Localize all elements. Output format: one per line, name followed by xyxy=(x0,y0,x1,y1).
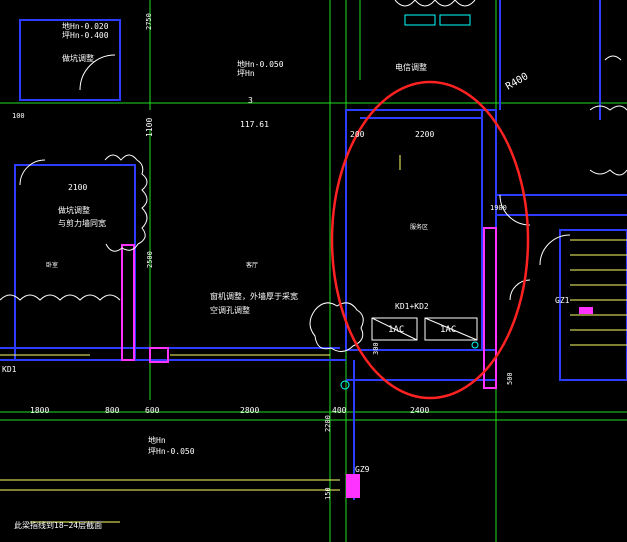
level-bot1: 地Hn xyxy=(148,435,166,445)
walls xyxy=(0,0,627,500)
dim-2800: 2800 xyxy=(240,406,259,415)
room-right: 服务区 xyxy=(410,223,428,231)
wall-adjust-label-1: 做坑调整 xyxy=(58,205,90,215)
level-mid1: 地Hn-0.050 xyxy=(237,59,284,69)
num-3: 3 xyxy=(248,96,253,105)
dim-2400: 2400 xyxy=(410,406,429,415)
dim-200: 200 xyxy=(350,130,365,139)
kd1-label: KD1 xyxy=(2,365,17,374)
dimensions: 2200 2100 2800 2400 1800 800 600 200 400… xyxy=(12,13,514,500)
dim-800: 800 xyxy=(105,406,120,415)
r400-label: R400 xyxy=(504,71,530,93)
gz9-label: GZ9 xyxy=(355,465,370,474)
dim-2500: 2500 xyxy=(146,251,154,268)
num-117: 117.61 xyxy=(240,120,269,129)
dim-600: 600 xyxy=(145,406,160,415)
ac2-label: 1AC xyxy=(440,325,456,335)
axis-grid xyxy=(0,0,627,542)
door-swings xyxy=(0,0,627,352)
cad-drawing-canvas: 地Hn-0.020 坪Hn-0.400 做坑调整 地Hn-0.050 坪Hn 3… xyxy=(0,0,627,542)
dim-300: 300 xyxy=(372,342,380,355)
dim-2200-v: 2200 xyxy=(324,415,332,432)
dim-1900: 1900 xyxy=(490,204,507,212)
ac1-label: 1AC xyxy=(388,325,404,335)
dim-2100: 2100 xyxy=(68,183,87,192)
gz1-label: GZ1 xyxy=(555,296,570,305)
electric-adjust-label: 电信调整 xyxy=(395,62,427,72)
level-top1: 地Hn-0.020 xyxy=(62,21,109,31)
window-adjust-label-2: 空调孔调整 xyxy=(210,305,250,315)
wall-adjust-label-2: 与剪力墙同宽 xyxy=(58,218,106,228)
dim-1800: 1800 xyxy=(30,406,49,415)
floor-plan-svg: 地Hn-0.020 坪Hn-0.400 做坑调整 地Hn-0.050 坪Hn 3… xyxy=(0,0,627,542)
kd-label: KD1+KD2 xyxy=(395,302,429,311)
dim-500: 500 xyxy=(506,372,514,385)
room-mid: 客厅 xyxy=(246,261,258,269)
adjust-label-1: 做坑调整 xyxy=(62,53,94,63)
columns-magenta xyxy=(121,227,593,498)
level-top2: 坪Hn-0.400 xyxy=(62,31,109,40)
bottom-note: 此梁指线到18~24层截面 xyxy=(14,520,102,530)
stairs xyxy=(570,239,627,346)
level-mid2: 坪Hn xyxy=(237,69,255,78)
dim-2200-top: 2200 xyxy=(415,130,434,139)
dim-2750: 2750 xyxy=(145,13,153,30)
room-left: 卧室 xyxy=(46,261,58,269)
dim-1100: 1100 xyxy=(145,118,154,137)
window-adjust-label-1: 窗机调整，外墙厚于采宽 xyxy=(210,291,298,301)
dim-100: 100 xyxy=(12,112,25,120)
dim-400: 400 xyxy=(332,406,347,415)
level-bot2: 坪Hn-0.050 xyxy=(148,447,195,456)
dim-150: 150 xyxy=(324,487,332,500)
